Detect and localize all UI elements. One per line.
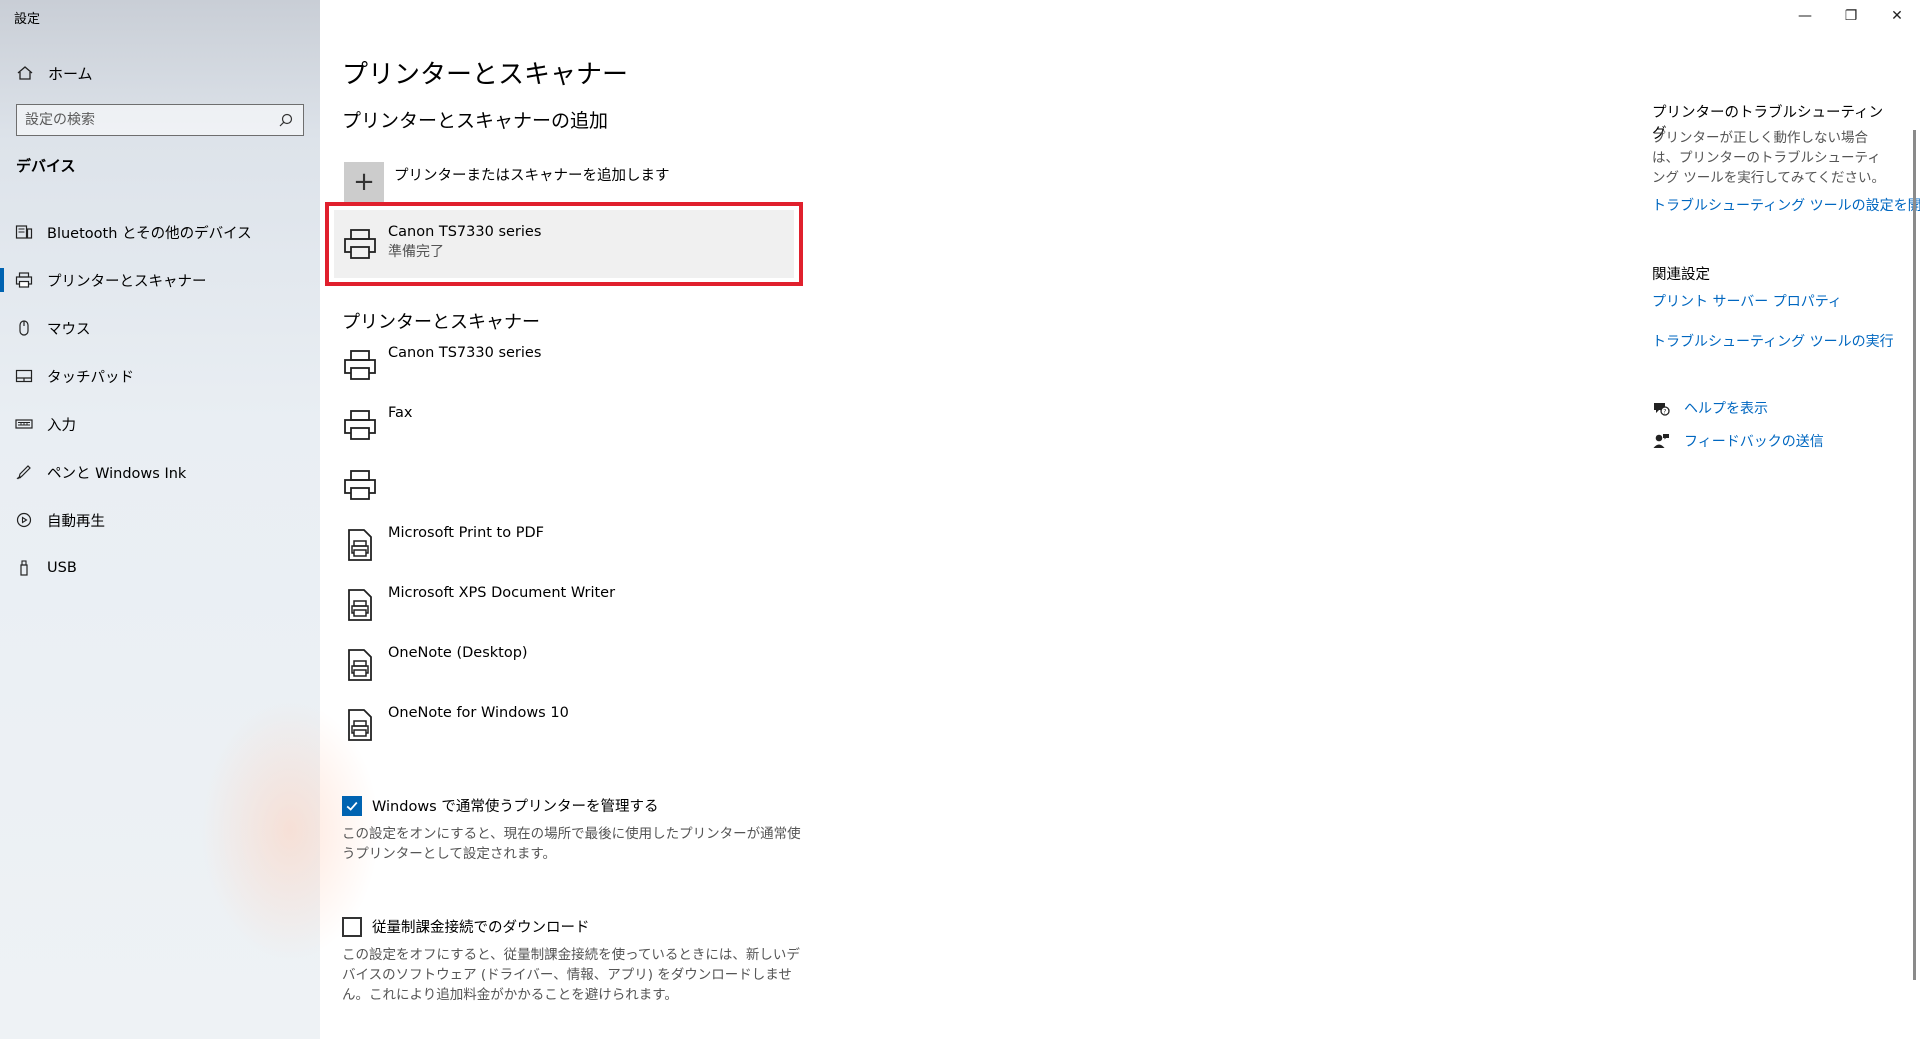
svg-text:?: ? <box>1663 408 1666 415</box>
main-content: プリンターとスキャナー プリンターとスキャナーの追加 + プリンターまたはスキャ… <box>320 0 1650 1039</box>
sidebar-item-label: ペンと Windows Ink <box>47 465 187 482</box>
metered-download-label: 従量制課金接続でのダウンロード <box>372 920 590 936</box>
home-icon <box>16 64 34 82</box>
printer-list-item[interactable]: OneNote for Windows 10 <box>342 703 569 743</box>
keyboard-icon <box>15 415 33 433</box>
help-link-label: ヘルプを表示 <box>1684 401 1768 417</box>
search-icon[interactable] <box>277 111 295 129</box>
sidebar-item-usb[interactable]: USB <box>0 544 320 592</box>
printer-list-item[interactable] <box>342 463 388 503</box>
sidebar-item-mouse[interactable]: マウス <box>0 304 320 352</box>
printer-list-item[interactable]: Microsoft XPS Document Writer <box>342 583 615 623</box>
printer-icon <box>342 407 378 443</box>
troubleshoot-text: プリンターが正しく動作しない場合は、プリンターのトラブルシューティング ツールを… <box>1652 130 1885 186</box>
sidebar-item-label: 自動再生 <box>47 513 105 530</box>
add-section-title: プリンターとスキャナーの追加 <box>342 110 609 132</box>
troubleshoot-settings-link[interactable]: トラブルシューティング ツールの設定を開く <box>1652 195 1920 215</box>
home-label: ホーム <box>48 64 93 83</box>
feedback-icon <box>1652 432 1670 450</box>
bluetooth-devices-icon <box>15 223 33 241</box>
printer-name: Fax <box>388 405 413 421</box>
add-printer-label: プリンターまたはスキャナーを追加します <box>394 168 670 184</box>
print-server-properties-link[interactable]: プリント サーバー プロパティ <box>1652 291 1842 311</box>
printers-list-title: プリンターとスキャナー <box>342 312 540 333</box>
printer-name: OneNote (Desktop) <box>388 645 528 661</box>
help-link[interactable]: ? ヘルプを表示 <box>1652 398 1768 418</box>
printer-name: Microsoft XPS Document Writer <box>388 585 616 601</box>
printer-list-item[interactable]: Fax <box>342 403 412 443</box>
feedback-link-label: フィードバックの送信 <box>1684 434 1824 450</box>
sidebar-item-printers[interactable]: プリンターとスキャナー <box>0 256 320 304</box>
search-input[interactable] <box>25 112 277 128</box>
sidebar-item-input[interactable]: 入力 <box>0 400 320 448</box>
mouse-icon <box>15 319 33 337</box>
pen-icon <box>15 463 33 481</box>
printer-list-item[interactable]: OneNote (Desktop) <box>342 643 528 683</box>
sidebar: 設定 ホーム デバイス Bluetooth とその他のデバイス <box>0 0 380 1039</box>
feedback-link[interactable]: フィードバックの送信 <box>1652 431 1824 451</box>
home-nav-item[interactable]: ホーム <box>0 58 320 88</box>
manage-default-checkbox[interactable] <box>342 795 362 816</box>
sidebar-item-label: USB <box>47 560 77 576</box>
sidebar-item-label: マウス <box>47 321 91 338</box>
page-title: プリンターとスキャナー <box>342 60 629 90</box>
metered-download-row[interactable]: 従量制課金接続でのダウンロード <box>342 916 590 937</box>
printer-name: Canon TS7330 series <box>388 345 542 361</box>
printer-icon <box>15 271 33 289</box>
close-icon: ✕ <box>1891 8 1903 24</box>
run-troubleshooter-link[interactable]: トラブルシューティング ツールの実行 <box>1652 331 1894 351</box>
printer-name: Microsoft Print to PDF <box>388 525 544 541</box>
virtual-printer-icon <box>342 707 378 743</box>
sidebar-item-label: Bluetooth とその他のデバイス <box>47 225 252 242</box>
section-title: デバイス <box>16 157 76 175</box>
manage-default-label: Windows で通常使うプリンターを管理する <box>372 799 659 815</box>
sidebar-item-pen[interactable]: ペンと Windows Ink <box>0 448 320 496</box>
sidebar-item-label: プリンターとスキャナー <box>47 273 207 290</box>
virtual-printer-icon <box>342 587 378 623</box>
sidebar-item-touchpad[interactable]: タッチパッド <box>0 352 320 400</box>
highlight-box <box>325 202 803 286</box>
manage-default-description: この設定をオンにすると、現在の場所で最後に使用したプリンターが通常使うプリンター… <box>342 826 801 862</box>
sidebar-item-label: タッチパッド <box>47 369 134 386</box>
metered-download-description: この設定をオフにすると、従量制課金接続を使っているときには、新しいデバイスのソフ… <box>342 947 800 1003</box>
printer-icon <box>342 347 378 383</box>
add-printer-button[interactable]: + <box>344 162 384 202</box>
autoplay-icon <box>15 511 33 529</box>
help-chat-icon: ? <box>1652 399 1670 417</box>
search-box[interactable] <box>16 104 304 136</box>
virtual-printer-icon <box>342 647 378 683</box>
manage-default-row[interactable]: Windows で通常使うプリンターを管理する <box>342 795 659 816</box>
add-printer-row[interactable]: + プリンターまたはスキャナーを追加します <box>344 162 670 202</box>
checkmark-icon <box>346 801 358 811</box>
related-settings-title: 関連設定 <box>1652 267 1710 283</box>
plus-icon: + <box>353 167 375 197</box>
scrollbar[interactable] <box>1913 130 1916 980</box>
printer-icon <box>342 467 378 503</box>
metered-download-checkbox[interactable] <box>342 916 362 937</box>
settings-window: 設定 ホーム デバイス Bluetooth とその他のデバイス <box>0 0 1920 1039</box>
touchpad-icon <box>15 367 33 385</box>
window-title: 設定 <box>14 12 41 27</box>
printer-list-item[interactable]: Microsoft Print to PDF <box>342 523 544 563</box>
virtual-printer-icon <box>342 527 378 563</box>
sidebar-item-autoplay[interactable]: 自動再生 <box>0 496 320 544</box>
printer-name: OneNote for Windows 10 <box>388 705 569 721</box>
usb-icon <box>15 559 33 577</box>
related-panel: プリンターのトラブルシューティング プリンターが正しく動作しない場合は、プリンタ… <box>1652 0 1920 1039</box>
sidebar-item-bluetooth[interactable]: Bluetooth とその他のデバイス <box>0 208 320 256</box>
printer-list-item[interactable]: Canon TS7330 series <box>342 343 541 383</box>
sidebar-item-label: 入力 <box>47 417 76 434</box>
sidebar-nav: Bluetooth とその他のデバイス プリンターとスキャナー マウス タッチパ… <box>0 208 320 592</box>
